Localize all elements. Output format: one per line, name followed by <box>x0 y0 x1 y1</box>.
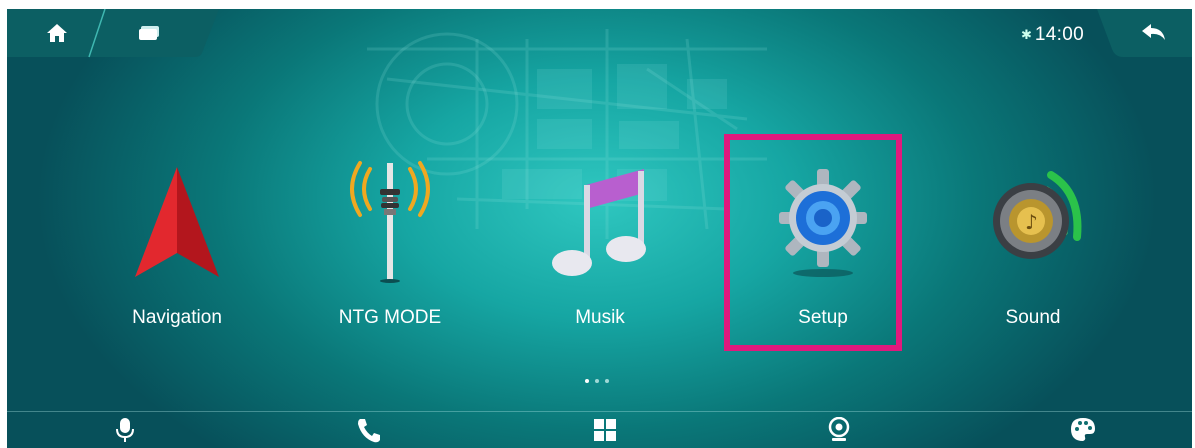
page-dot <box>585 379 589 383</box>
dock-phone-button[interactable] <box>349 417 389 448</box>
page-dot <box>605 379 609 383</box>
status-area: ✱ 14:00 <box>1021 23 1084 47</box>
top-bar <box>7 9 1192 58</box>
apps-grid-icon <box>594 419 616 441</box>
dock-camera-button[interactable] <box>819 417 859 448</box>
dock-theme-button[interactable] <box>1063 417 1103 448</box>
clock: 14:00 <box>1034 24 1084 45</box>
app-navigation[interactable]: Navigation <box>77 139 277 364</box>
page-dot <box>595 379 599 383</box>
app-label: Musik <box>575 307 625 328</box>
back-button[interactable] <box>1129 9 1179 57</box>
palette-icon <box>1071 418 1095 441</box>
navigation-arrow-icon <box>135 167 219 277</box>
app-label: NTG MODE <box>338 307 442 328</box>
dock-divider <box>7 411 1192 412</box>
gear-icon <box>779 169 867 277</box>
app-sound[interactable]: ♪ Sound <box>933 139 1133 364</box>
dock-microphone-button[interactable] <box>105 417 145 448</box>
microphone-icon <box>116 418 134 442</box>
app-label: Sound <box>1005 307 1061 328</box>
music-note-icon <box>552 169 646 276</box>
app-musik[interactable]: Musik <box>500 139 700 364</box>
back-arrow-icon <box>1142 24 1165 40</box>
app-setup[interactable]: Setup <box>723 139 923 364</box>
svg-text:♪: ♪ <box>1025 210 1038 234</box>
home-screen: ✱ 14:00 Navigation NTG MODE Musik Setup … <box>7 9 1192 448</box>
app-label: Setup <box>798 307 848 328</box>
page-indicator <box>585 379 609 383</box>
dock-apps-button[interactable] <box>585 417 625 448</box>
recent-apps-icon <box>139 26 159 40</box>
recent-apps-button[interactable] <box>125 9 173 57</box>
bluetooth-icon: ✱ <box>1021 27 1032 43</box>
home-icon <box>47 24 67 42</box>
app-label: Navigation <box>132 307 222 328</box>
home-button[interactable] <box>33 9 81 57</box>
phone-icon <box>358 419 380 443</box>
speaker-icon: ♪ <box>993 171 1082 259</box>
app-ntg-mode[interactable]: NTG MODE <box>290 139 490 364</box>
camera-icon <box>828 417 850 441</box>
antenna-tower-icon <box>350 161 430 283</box>
